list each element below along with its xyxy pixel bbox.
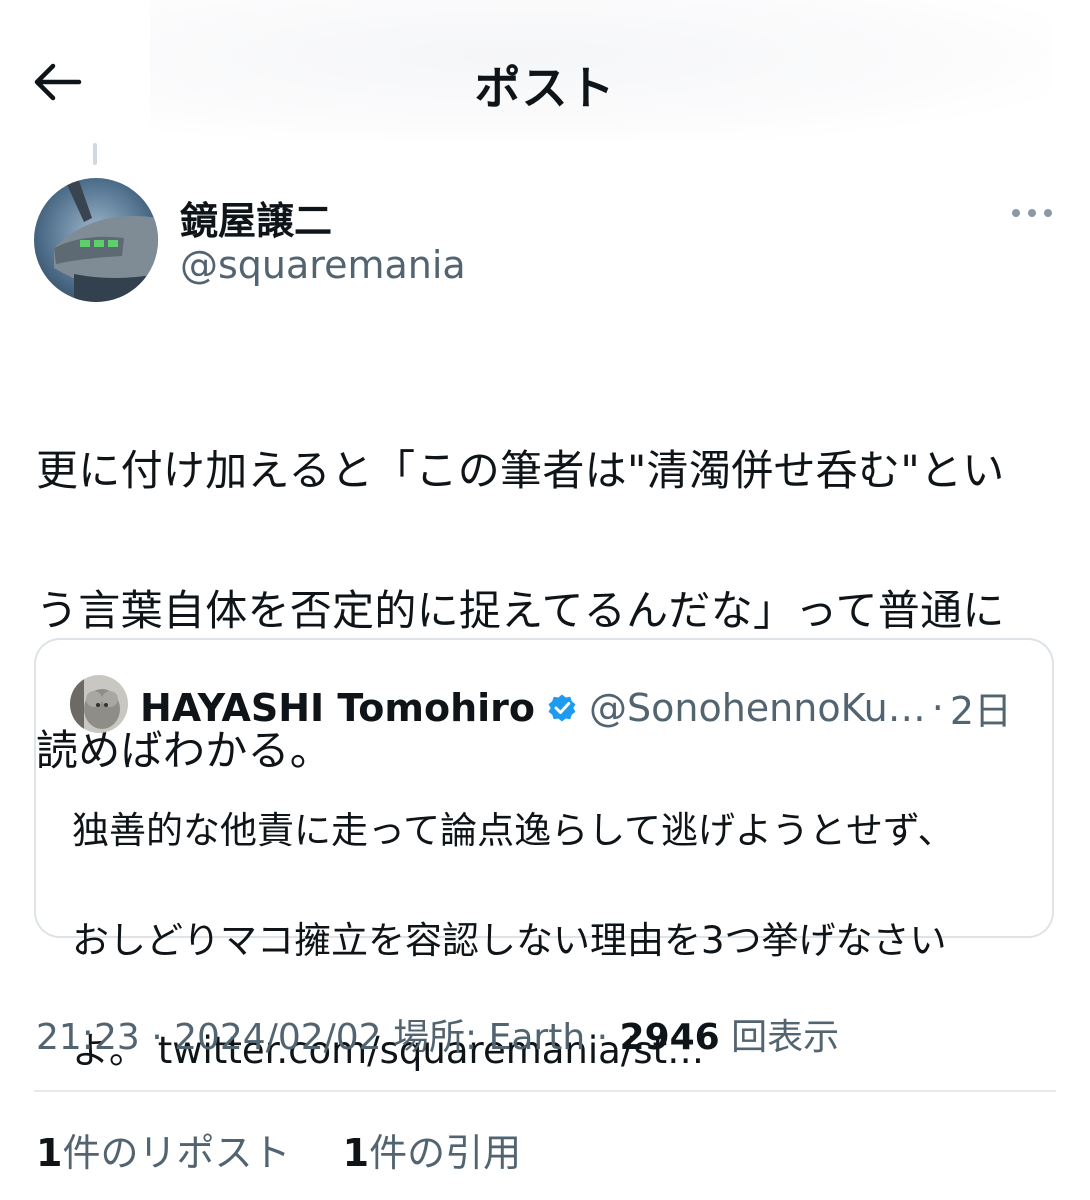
engagement-stats: 1件のリポスト 1件の引用: [36, 1122, 521, 1177]
quoted-post-text: 独善的な他責に走って論点逸らして逃げようとせず、 おしどりマコ擁立を容認しない理…: [72, 748, 1032, 1133]
post-time[interactable]: 21:23: [36, 1017, 140, 1058]
page-title: ポスト: [474, 61, 616, 115]
verified-badge-icon: [548, 694, 576, 721]
reposts-label: 件のリポスト: [62, 1131, 291, 1175]
post-text-line: 更に付け加えると「この筆者は"清濁併せ呑む"とい: [36, 446, 1005, 495]
more-options-button[interactable]: [1004, 196, 1060, 230]
quoted-text-line: おしどりマコ擁立を容認しない理由を3つ挙げなさい: [72, 919, 947, 962]
author-avatar[interactable]: [34, 178, 158, 302]
quotes-count: 1: [342, 1131, 370, 1175]
quoted-post-header: HAYASHI Tomohiro @SonohennoKu… · 2日: [140, 680, 1012, 735]
author-handle[interactable]: @squaremania: [180, 243, 466, 287]
views-count: 2946: [619, 1017, 720, 1058]
divider: [34, 1090, 1056, 1092]
quoted-post-time: 2日: [949, 689, 1012, 733]
post-location: 場所: Earth: [393, 1017, 586, 1058]
quoted-author-avatar: [70, 675, 128, 733]
quotes-link[interactable]: 1件の引用: [343, 1131, 521, 1175]
quoted-post-card[interactable]: HAYASHI Tomohiro @SonohennoKu… · 2日 独善的な…: [34, 638, 1054, 1072]
thread-connector: [93, 143, 97, 165]
meta-separator: ·: [151, 1017, 175, 1058]
quotes-label: 件の引用: [369, 1131, 522, 1175]
separator-dot: ·: [931, 685, 944, 730]
views-label: 回表示: [731, 1017, 840, 1058]
post-date[interactable]: 2024/02/02: [174, 1017, 382, 1058]
reposts-link[interactable]: 1件のリポスト: [36, 1131, 303, 1175]
top-bar: ポスト: [0, 0, 1090, 160]
quoted-author-name: HAYASHI Tomohiro: [140, 685, 536, 730]
post-meta: 21:23 · 2024/02/02 場所: Earth · 2946 回表示: [36, 1008, 839, 1060]
post-text-line: う言葉自体を否定的に捉えてるんだな」って普通に: [36, 586, 1005, 635]
meta-separator: ·: [596, 1017, 620, 1058]
more-horizontal-icon: [1012, 209, 1052, 217]
avatar-image: [34, 178, 158, 302]
quoted-text-line: 独善的な他責に走って論点逸らして逃げようとせず、: [72, 809, 955, 852]
author-name[interactable]: 鏡屋譲二: [180, 190, 332, 245]
reposts-count: 1: [36, 1131, 63, 1175]
quoted-author-handle: @SonohennoKu…: [589, 685, 926, 730]
quoted-avatar-image: [70, 675, 128, 733]
